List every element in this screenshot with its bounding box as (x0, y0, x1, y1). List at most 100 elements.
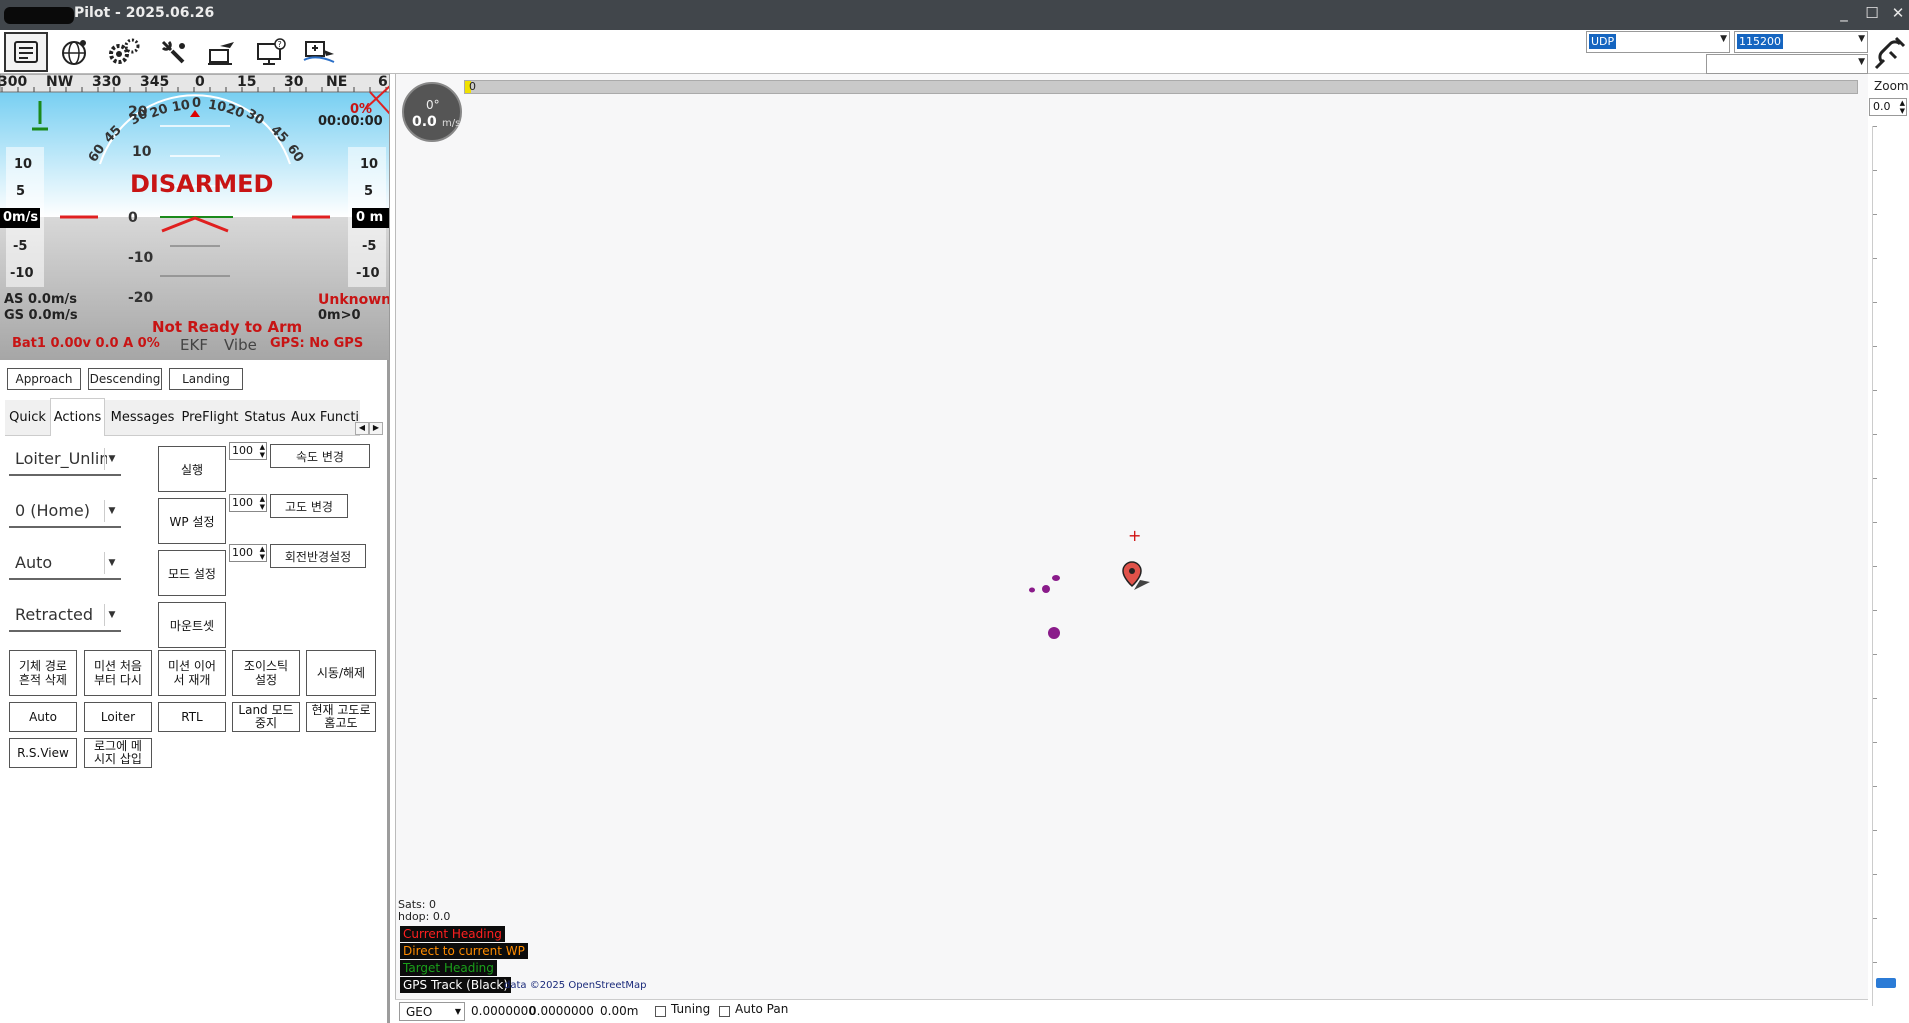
chevron-down-icon: ▼ (1858, 57, 1865, 67)
change-speed-button[interactable]: 속도 변경 (270, 444, 370, 468)
minimize-button[interactable]: _ (1834, 4, 1854, 22)
hud[interactable]: 300 NW 330 345 0 15 30 NE 6 60 45 30 20 … (0, 74, 390, 360)
zoom-value: 0.0 (1873, 100, 1891, 113)
restart-mission-button[interactable]: 미션 처음 부터 다시 (84, 650, 152, 696)
abort-land-button[interactable]: Land 모드 중지 (232, 702, 300, 732)
change-altitude-button[interactable]: 고도 변경 (270, 494, 348, 518)
rtl-button[interactable]: RTL (158, 702, 226, 732)
spin-arrows-icon[interactable]: ▲ ▼ (260, 495, 265, 511)
battery-status[interactable]: Bat1 0.00v 0.0 A 0% (12, 336, 160, 351)
zoom-tick (1873, 962, 1877, 963)
zoom-tick (1873, 698, 1877, 699)
vibe-indicator[interactable]: Vibe (224, 336, 257, 354)
legend-current-heading: Current Heading (400, 926, 505, 942)
waypoint-value: 0 (Home) (15, 501, 90, 520)
zoom-tick (1873, 610, 1877, 611)
joystick-setup-button[interactable]: 조이스틱 설정 (232, 650, 300, 696)
flight-mode: Unknown (318, 292, 390, 308)
arm-message: Not Ready to Arm (152, 318, 303, 336)
wrench-icon (161, 40, 185, 64)
zoom-tick (1873, 786, 1877, 787)
autopan-checkbox[interactable] (719, 1006, 730, 1017)
approach-button[interactable]: Approach (7, 368, 81, 390)
config-tuning-button[interactable] (151, 32, 195, 72)
donate-button[interactable] (298, 32, 342, 72)
tab-actions[interactable]: Actions (50, 398, 105, 436)
connection-type-select[interactable]: UDP ▼ (1586, 31, 1730, 53)
throttle-percent: 0% (350, 102, 373, 117)
altitude-spinbox[interactable]: 100 ▲ ▼ (229, 494, 267, 512)
tab-messages[interactable]: Messages (105, 400, 180, 436)
set-home-alt-button[interactable]: 현재 고도로 홈고도 (306, 702, 376, 732)
zoom-slider-thumb[interactable] (1876, 978, 1896, 988)
ekf-indicator[interactable]: EKF (180, 336, 208, 354)
flight-mode-select[interactable]: Loiter_Unlim ▼ (9, 444, 121, 476)
zoom-tick (1873, 566, 1877, 567)
flight-plan-button[interactable] (53, 32, 97, 72)
roll-label: 30 (243, 106, 267, 129)
tab-quick[interactable]: Quick (5, 400, 50, 436)
chevron-down-icon: ▼ (104, 552, 119, 574)
home-marker-icon[interactable] (1120, 560, 1156, 596)
set-mode-button[interactable]: 모드 설정 (158, 550, 226, 596)
chevron-down-icon: ▼ (104, 448, 119, 470)
connect-button[interactable] (1870, 32, 1908, 72)
set-wp-button[interactable]: WP 설정 (158, 498, 226, 544)
maximize-button[interactable]: ☐ (1862, 4, 1882, 22)
flight-data-button[interactable] (4, 32, 48, 72)
set-mount-button[interactable]: 마운트셋 (158, 602, 226, 648)
connection-options-select[interactable]: ▼ (1706, 54, 1868, 74)
spin-arrows-icon[interactable]: ▲ ▼ (260, 443, 265, 459)
spin-arrows-icon[interactable]: ▲ ▼ (260, 545, 265, 561)
speed-spinbox[interactable]: 100 ▲ ▼ (229, 442, 267, 460)
radius-spin-value: 100 (232, 546, 253, 559)
zoom-tick (1873, 434, 1877, 435)
altitude-spin-value: 100 (232, 496, 253, 509)
pitch-label: 0 (128, 210, 138, 226)
tab-status[interactable]: Status (240, 400, 290, 436)
autopan-label: Auto Pan (735, 1002, 789, 1016)
mount-select[interactable]: Retracted ▼ (9, 600, 121, 632)
monitor-help-icon: ? (257, 38, 286, 65)
auto-button[interactable]: Auto (9, 702, 77, 732)
resume-mission-button[interactable]: 미션 이어 서 재개 (158, 650, 226, 696)
speed-value: 0.0 (412, 114, 437, 130)
map-status-bar: GEO ▼ 0.0000000 0.0000000 0.00m Tuning A… (395, 999, 1868, 1023)
set-radius-button[interactable]: 회전반경설정 (270, 544, 366, 568)
waypoint-select[interactable]: 0 (Home) ▼ (9, 496, 121, 528)
execute-button[interactable]: 실행 (158, 446, 226, 492)
alt-tick: -10 (356, 266, 380, 281)
spin-arrows-icon[interactable]: ▲ ▼ (1900, 99, 1905, 115)
mode-select[interactable]: Auto ▼ (9, 548, 121, 580)
altitude-value: 0.00m (600, 1004, 639, 1018)
coord-system-select[interactable]: GEO ▼ (399, 1002, 465, 1021)
simulation-button[interactable] (200, 32, 244, 72)
roll-label: 60 (283, 141, 307, 166)
zoom-slider-track[interactable] (1872, 126, 1878, 1006)
pitch-label: -20 (128, 290, 154, 306)
mission-progress-bar: 0 (464, 80, 1858, 94)
clear-track-button[interactable]: 기체 경로 흔적 삭제 (9, 650, 77, 696)
zoom-spinbox[interactable]: 0.0 ▲ ▼ (1869, 98, 1907, 116)
loiter-button[interactable]: Loiter (84, 702, 152, 732)
tab-aux-functions[interactable]: Aux Functi (290, 400, 360, 436)
rs-view-button[interactable]: R.S.View (9, 738, 77, 768)
baud-rate-select[interactable]: 115200 ▼ (1734, 31, 1868, 53)
arm-disarm-button[interactable]: 시동/해제 (306, 650, 376, 696)
zoom-tick (1873, 742, 1877, 743)
insert-log-message-button[interactable]: 로그에 메 시지 삽입 (84, 738, 152, 768)
map-view[interactable]: 0 0° 0.0 m/s + Sats: 0 hdop: 0.0 Current… (395, 74, 1868, 999)
chevron-down-icon: ▼ (1720, 34, 1727, 44)
zoom-label: Zoom (1874, 79, 1909, 93)
descending-button[interactable]: Descending (88, 368, 162, 390)
tuning-checkbox[interactable] (655, 1006, 666, 1017)
tab-scroll-right-icon[interactable]: ▶ (369, 422, 383, 435)
close-button[interactable]: ✕ (1888, 4, 1908, 22)
tab-scroll-left-icon[interactable]: ◀ (355, 422, 369, 435)
initial-setup-button[interactable] (102, 32, 146, 72)
radius-spinbox[interactable]: 100 ▲ ▼ (229, 544, 267, 562)
landing-button[interactable]: Landing (169, 368, 243, 390)
tab-preflight[interactable]: PreFlight (180, 400, 240, 436)
help-button[interactable]: ? (249, 32, 293, 72)
speed-readout: 0m/s (3, 210, 39, 225)
